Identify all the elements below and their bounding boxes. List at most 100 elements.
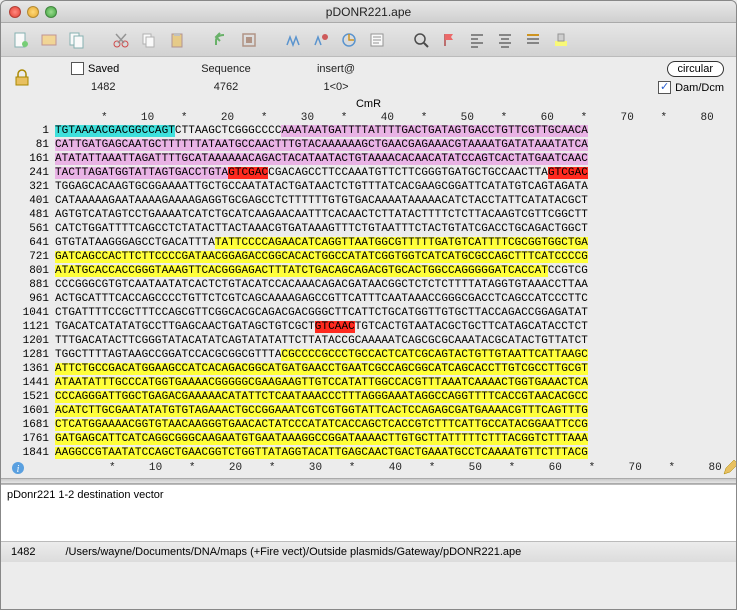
sequence-row[interactable]: 1681CTCATGGAAAACGGTGTAACAAGGGTGAACACTATC… <box>7 418 730 432</box>
toolbar <box>1 23 736 57</box>
sequence-view[interactable]: * 10 * 20 * 30 * 40 * 50 * 60 * 70 * 80 … <box>1 110 736 478</box>
align-center-icon[interactable] <box>495 30 515 50</box>
sequence-row[interactable]: 1361ATTCTGCCGACATGGAAGCCATCACAGACGGCATGA… <box>7 362 730 376</box>
sequence-row[interactable]: 161ATATATTAAATTAGATTTTGCATAAAAAACAGACTAC… <box>7 152 730 166</box>
redo-icon[interactable] <box>239 30 259 50</box>
status-bar: 1482 /Users/wayne/Documents/DNA/maps (+F… <box>1 542 736 562</box>
description-pane[interactable]: pDonr221 1-2 destination vector <box>1 484 736 542</box>
sequence-text[interactable]: CATAAAAAGAATAAAAGAAAAGAGGTGCGAGCCTCTTTTT… <box>55 194 588 208</box>
sequence-text[interactable]: CCCAGGGATTGGCTGAGACGAAAAACATATTCTCAATAAA… <box>55 390 588 404</box>
ruler-bottom: * 10 * 20 * 30 * 40 * 50 * 60 * 70 * 80 <box>29 462 722 474</box>
sequence-text[interactable]: TACTTAGATGGTATTAGTGACCTGTAGTCGACCGACAGCC… <box>55 166 588 180</box>
sequence-row[interactable]: 1441ATAATATTTGCCCATGGTGAAAACGGGGGCGAAGAA… <box>7 376 730 390</box>
sequence-text[interactable]: TGGAGCACAAGTGCGGAAAATTGCTGCCAATATACTGATA… <box>55 180 588 194</box>
copy-icon[interactable] <box>139 30 159 50</box>
sequence-text[interactable]: AAGGCCGTAATATCCAGCTGAACGGTCTGGTTATAGGTAC… <box>55 446 588 460</box>
row-number: 81 <box>7 138 55 152</box>
align-mixed-icon[interactable] <box>523 30 543 50</box>
row-number: 401 <box>7 194 55 208</box>
sequence-label: Sequence <box>201 63 251 75</box>
open-file-icon[interactable] <box>39 30 59 50</box>
sequence-text[interactable]: TGACATCATATATGCCTTGAGCAACTGATAGCTGTCGCTG… <box>55 320 588 334</box>
sequence-length: 4762 <box>214 81 238 93</box>
sequence-row[interactable]: 561CATCTGGATTTTCAGCCTCTATACTTACTAAACGTGA… <box>7 222 730 236</box>
cut-icon[interactable] <box>111 30 131 50</box>
sequence-text[interactable]: TTTGACATACTTCGGGTATACATATCAGTATATATTCTTA… <box>55 334 588 348</box>
sequence-text[interactable]: CCCGGGCGTGTCAATAATATCACTCTGTACATCCACAAAC… <box>55 278 588 292</box>
new-file-icon[interactable] <box>11 30 31 50</box>
row-number: 1041 <box>7 306 55 320</box>
sequence-row[interactable]: 961ACTGCATTTCACCAGCCCCTGTTCTCGTCAGCAAAAG… <box>7 292 730 306</box>
sequence-text[interactable]: CTGATTTTCCGCTTTCCAGCGTTCGGCACGCAGACGACGG… <box>55 306 588 320</box>
paste-icon[interactable] <box>167 30 187 50</box>
row-number: 241 <box>7 166 55 180</box>
row-number: 1281 <box>7 348 55 362</box>
topology-toggle[interactable]: circular <box>667 61 724 77</box>
duplicate-icon[interactable] <box>67 30 87 50</box>
text-map-icon[interactable] <box>367 30 387 50</box>
sequence-row[interactable]: 401CATAAAAAGAATAAAAGAAAAGAGGTGCGAGCCTCTT… <box>7 194 730 208</box>
sequence-text[interactable]: ATTCTGCCGACATGGAAGCCATCACAGACGGCATGATGAA… <box>55 362 588 376</box>
sequence-row[interactable]: 881CCCGGGCGTGTCAATAATATCACTCTGTACATCCACA… <box>7 278 730 292</box>
find-icon[interactable] <box>411 30 431 50</box>
sequence-text[interactable]: CATCTGGATTTTCAGCCTCTATACTTACTAAACGTGATAA… <box>55 222 588 236</box>
sequence-row[interactable]: 1521CCCAGGGATTGGCTGAGACGAAAAACATATTCTCAA… <box>7 390 730 404</box>
enzyme-selector-icon[interactable] <box>311 30 331 50</box>
sequence-row[interactable]: 241TACTTAGATGGTATTAGTGACCTGTAGTCGACCGACA… <box>7 166 730 180</box>
row-number: 321 <box>7 180 55 194</box>
sequence-row[interactable]: 801ATATGCACCACCGGGTAAAGTTCACGGGAGACTTTAT… <box>7 264 730 278</box>
edit-pencil-icon[interactable] <box>722 460 736 476</box>
row-number: 1441 <box>7 376 55 390</box>
sequence-text[interactable]: ACTGCATTTCACCAGCCCCTGTTCTCGTCAGCAAAAGAGC… <box>55 292 588 306</box>
feature-track-label: CmR <box>1 96 736 110</box>
sequence-row[interactable]: 641GTGTATAAGGGAGCCTGACATTTATATTCCCCAGAAC… <box>7 236 730 250</box>
sequence-text[interactable]: ATAATATTTGCCCATGGTGAAAACGGGGGCGAAGAAGTTG… <box>55 376 588 390</box>
flag-icon[interactable] <box>439 30 459 50</box>
sequence-row[interactable]: 81CATTGATGAGCAATGCTTTTTTATAATGCCAACTTTGT… <box>7 138 730 152</box>
info-bar: Saved 1482 Sequence 4762 insert@ 1<0> ci… <box>1 57 736 96</box>
row-number: 881 <box>7 278 55 292</box>
row-number: 481 <box>7 208 55 222</box>
row-number: 721 <box>7 250 55 264</box>
sequence-text[interactable]: TGGCTTTTAGTAAGCCGGATCCACGCGGCGTTTACGCCCC… <box>55 348 588 362</box>
highlighter-icon[interactable] <box>551 30 571 50</box>
info-icon[interactable]: i <box>11 461 25 475</box>
sequence-row[interactable]: 1TGTAAAACGACGGCCAGTCTTAAGCTCGGGCCCCAAATA… <box>7 124 730 138</box>
sequence-row[interactable]: 1121TGACATCATATATGCCTTGAGCAACTGATAGCTGTC… <box>7 320 730 334</box>
sequence-text[interactable]: ATATATTAAATTAGATTTTGCATAAAAAACAGACTACATA… <box>55 152 588 166</box>
row-number: 161 <box>7 152 55 166</box>
sequence-row[interactable]: 1841AAGGCCGTAATATCCAGCTGAACGGTCTGGTTATAG… <box>7 446 730 460</box>
sequence-text[interactable]: CATTGATGAGCAATGCTTTTTTATAATGCCAACTTTGTAC… <box>55 138 588 152</box>
sequence-row[interactable]: 321TGGAGCACAAGTGCGGAAAATTGCTGCCAATATACTG… <box>7 180 730 194</box>
row-number: 1681 <box>7 418 55 432</box>
titlebar: pDONR221.ape <box>1 1 736 23</box>
ruler-top: * 10 * 20 * 30 * 40 * 50 * 60 * 70 * 80 <box>7 112 730 124</box>
row-number: 801 <box>7 264 55 278</box>
sequence-text[interactable]: ATATGCACCACCGGGTAAAGTTCACGGGAGACTTTATCTG… <box>55 264 588 278</box>
sequence-row[interactable]: 1201TTTGACATACTTCGGGTATACATATCAGTATATATT… <box>7 334 730 348</box>
lock-icon[interactable] <box>13 69 31 87</box>
graphic-map-icon[interactable] <box>339 30 359 50</box>
sequence-text[interactable]: GTGTATAAGGGAGCCTGACATTTATATTCCCCAGAACATC… <box>55 236 588 250</box>
sequence-text[interactable]: GATGAGCATTCATCAGGCGGGCAAGAATGTGAATAAAGGC… <box>55 432 588 446</box>
sequence-row[interactable]: 481AGTGTCATAGTCCTGAAAATCATCTGCATCAAGAACA… <box>7 208 730 222</box>
row-number: 1 <box>7 124 55 138</box>
sequence-text[interactable]: GATCAGCCACTTCTTCCCCGATAACGGAGACCGGCACACT… <box>55 250 588 264</box>
selection-length: 1482 <box>71 81 115 93</box>
damdcm-checkbox[interactable] <box>658 81 671 94</box>
sequence-text[interactable]: AGTGTCATAGTCCTGAAAATCATCTGCATCAAGAACAATT… <box>55 208 588 222</box>
sequence-row[interactable]: 1041CTGATTTTCCGCTTTCCAGCGTTCGGCACGCAGACG… <box>7 306 730 320</box>
row-number: 1521 <box>7 390 55 404</box>
align-left-icon[interactable] <box>467 30 487 50</box>
sequence-row[interactable]: 1761GATGAGCATTCATCAGGCGGGCAAGAATGTGAATAA… <box>7 432 730 446</box>
digest-icon[interactable] <box>283 30 303 50</box>
undo-icon[interactable] <box>211 30 231 50</box>
sequence-row[interactable]: 1601ACATCTTGCGAATATATGTGTAGAAACTGCCGGAAA… <box>7 404 730 418</box>
row-number: 641 <box>7 236 55 250</box>
sequence-row[interactable]: 721GATCAGCCACTTCTTCCCCGATAACGGAGACCGGCAC… <box>7 250 730 264</box>
saved-checkbox[interactable] <box>71 62 84 75</box>
sequence-text[interactable]: TGTAAAACGACGGCCAGTCTTAAGCTCGGGCCCCAAATAA… <box>55 124 588 138</box>
sequence-text[interactable]: CTCATGGAAAACGGTGTAACAAGGGTGAACACTATCCCAT… <box>55 418 588 432</box>
sequence-text[interactable]: ACATCTTGCGAATATATGTGTAGAAACTGCCGGAAATCGT… <box>55 404 588 418</box>
sequence-row[interactable]: 1281TGGCTTTTAGTAAGCCGGATCCACGCGGCGTTTACG… <box>7 348 730 362</box>
